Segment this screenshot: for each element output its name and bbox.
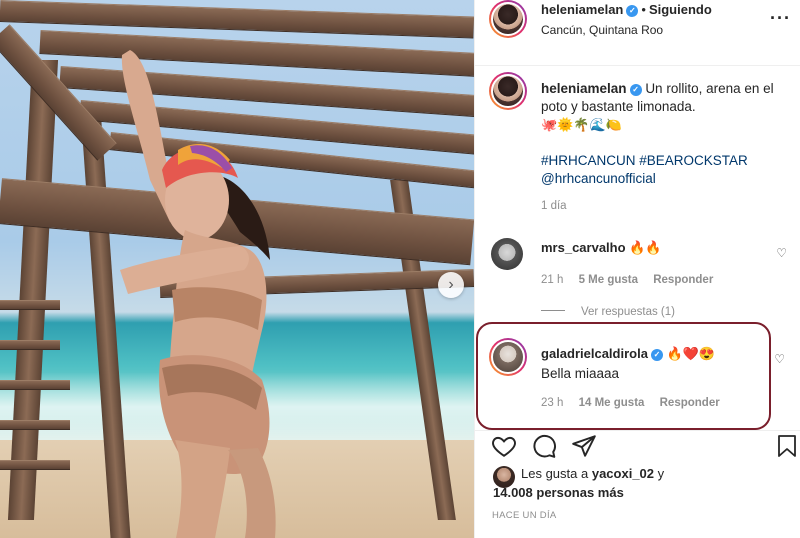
caption-age: 1 día — [541, 200, 567, 212]
verified-badge-icon: ✓ — [626, 5, 639, 17]
separator-dot: • — [641, 2, 646, 17]
caption-block: heleniamelan ✓ Un rollito, arena en el po… — [475, 66, 800, 226]
likes-first-user[interactable]: yacoxi_02 — [592, 466, 654, 481]
post-side-panel: heleniamelan ✓ • Siguiendo Cancún, Quintana… — [474, 0, 800, 538]
commenter-avatar[interactable] — [491, 238, 523, 270]
bookmark-icon[interactable] — [775, 433, 799, 459]
next-photo-chevron-right-icon[interactable]: › — [438, 272, 464, 298]
comment-reply-button[interactable]: Responder — [653, 274, 713, 286]
comment-highlight-frame — [476, 322, 771, 430]
caption-mention[interactable]: @hrhcancunofficial — [541, 170, 791, 188]
action-bar — [475, 430, 800, 464]
comment-text: 🔥🔥 — [629, 240, 662, 255]
comment-heart-icon[interactable]: ♡ — [776, 246, 787, 260]
author-username[interactable]: heleniamelan — [541, 2, 623, 17]
post-header: heleniamelan ✓ • Siguiendo Cancún, Quintana… — [475, 0, 800, 66]
caption-hashtags[interactable]: #HRHCANCUN #BEAROCKSTAR — [541, 152, 791, 170]
heart-icon[interactable] — [491, 433, 517, 459]
likes-count-line: 14.008 personas más — [493, 484, 624, 502]
caption-content: heleniamelan ✓ Un rollito, arena en el po… — [541, 80, 791, 212]
model-figure — [120, 50, 276, 538]
verified-badge-icon: ✓ — [629, 84, 642, 96]
comment-username[interactable]: mrs_carvalho — [541, 240, 626, 255]
comment-line: mrs_carvalho 🔥🔥 — [541, 240, 662, 256]
view-replies-label: Ver respuestas (1) — [581, 306, 675, 318]
caption-text-2: poto y bastante limonada. — [541, 99, 696, 114]
comment-icon[interactable] — [531, 433, 557, 459]
reply-line-divider — [541, 310, 565, 311]
comment-age: 21 h — [541, 274, 564, 286]
caption-username[interactable]: heleniamelan — [541, 81, 627, 96]
comment-item: mrs_carvalho 🔥🔥 21 h 5 Me gusta Responde… — [475, 232, 800, 322]
likes-prefix: Les gusta a — [521, 466, 589, 481]
caption-avatar[interactable] — [489, 72, 527, 110]
post-timestamp[interactable]: HACE UN DÍA — [492, 510, 557, 521]
likes-summary: Les gusta a yacoxi_02 y — [521, 465, 664, 483]
more-options-icon[interactable]: ··· — [770, 8, 791, 29]
follow-status-button[interactable]: Siguiendo — [649, 2, 712, 17]
likes-joiner: y — [657, 466, 665, 481]
author-line: heleniamelan ✓ • Siguiendo — [541, 2, 712, 17]
post-photo: › — [0, 0, 474, 538]
likes-count[interactable]: 14.008 personas más — [493, 485, 624, 500]
post-location[interactable]: Cancún, Quintana Roo — [541, 23, 663, 37]
comment-heart-icon[interactable]: ♡ — [774, 352, 785, 366]
share-icon[interactable] — [571, 433, 597, 459]
comment-meta: 21 h 5 Me gusta Responder — [541, 274, 713, 286]
author-avatar[interactable] — [489, 0, 527, 38]
comment-likes[interactable]: 5 Me gusta — [579, 274, 638, 286]
caption-text-1: Un rollito, arena en el — [645, 81, 774, 96]
view-replies-button[interactable]: Ver respuestas (1) — [541, 306, 675, 318]
caption-emojis: 🐙🌞🌴🌊🍋 — [541, 117, 622, 132]
caption-line-1: heleniamelan ✓ Un rollito, arena en el — [541, 80, 791, 98]
